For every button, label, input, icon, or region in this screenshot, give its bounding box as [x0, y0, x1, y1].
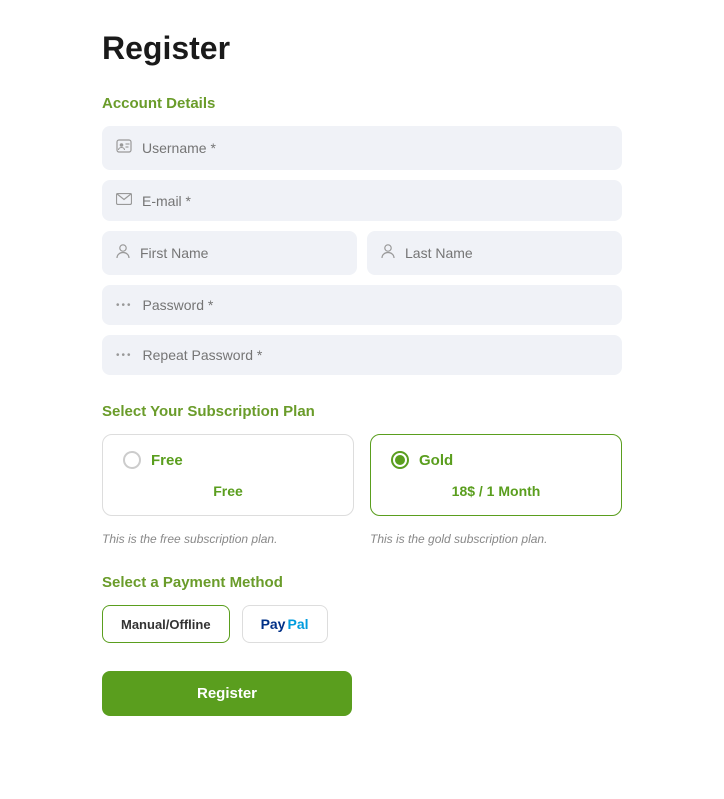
paypal-payment-button[interactable]: PayPal — [242, 605, 328, 643]
paypal-p1: Pay — [261, 616, 286, 632]
payment-buttons: Manual/Offline PayPal — [102, 605, 622, 643]
last-name-input-group — [367, 231, 622, 275]
paypal-logo: PayPal — [261, 616, 309, 632]
user-card-icon — [116, 138, 132, 158]
free-plan-description: This is the free subscription plan. — [102, 524, 354, 546]
repeat-password-input-group: ••• — [102, 335, 622, 375]
free-plan-radio[interactable] — [123, 451, 141, 469]
gold-plan-name: Gold — [419, 452, 453, 469]
paypal-p2: Pal — [287, 616, 308, 632]
username-input[interactable] — [142, 140, 608, 156]
free-plan-price: Free — [123, 483, 333, 499]
subscription-label: Select Your Subscription Plan — [102, 403, 622, 420]
name-row — [102, 231, 622, 285]
page-container: Register Account Details — [102, 30, 622, 769]
plan-descriptions: This is the free subscription plan. This… — [102, 524, 622, 546]
payment-section: Select a Payment Method Manual/Offline P… — [102, 574, 622, 643]
free-plan-header: Free — [123, 451, 333, 469]
payment-label: Select a Payment Method — [102, 574, 622, 591]
email-input-group — [102, 180, 622, 221]
plan-cards: Free Free Gold 18$ / 1 Month — [102, 434, 622, 516]
free-plan-card[interactable]: Free Free — [102, 434, 354, 516]
manual-payment-label: Manual/Offline — [121, 617, 211, 632]
subscription-section: Select Your Subscription Plan Free Free … — [102, 403, 622, 546]
gold-plan-card[interactable]: Gold 18$ / 1 Month — [370, 434, 622, 516]
account-details-label: Account Details — [102, 95, 622, 112]
first-name-input-group — [102, 231, 357, 275]
gold-plan-radio[interactable] — [391, 451, 409, 469]
page-title: Register — [102, 30, 622, 67]
password-input-group: ••• — [102, 285, 622, 325]
repeat-password-input[interactable] — [143, 347, 608, 363]
password-dots-icon: ••• — [116, 300, 133, 311]
email-input[interactable] — [142, 193, 608, 209]
gold-plan-radio-inner — [395, 455, 405, 465]
free-plan-name: Free — [151, 452, 183, 469]
gold-plan-header: Gold — [391, 451, 601, 469]
gold-plan-desc-text: This is the gold subscription plan. — [370, 532, 622, 546]
last-name-input[interactable] — [405, 245, 608, 261]
free-plan-desc-text: This is the free subscription plan. — [102, 532, 354, 546]
password-input[interactable] — [143, 297, 608, 313]
manual-payment-button[interactable]: Manual/Offline — [102, 605, 230, 643]
person-icon-last — [381, 243, 395, 263]
account-details-section: Account Details — [102, 95, 622, 375]
register-button[interactable]: Register — [102, 671, 352, 716]
gold-plan-description: This is the gold subscription plan. — [370, 524, 622, 546]
envelope-icon — [116, 192, 132, 209]
first-name-input[interactable] — [140, 245, 343, 261]
repeat-password-dots-icon: ••• — [116, 350, 133, 361]
person-icon-first — [116, 243, 130, 263]
username-input-group — [102, 126, 622, 170]
gold-plan-price: 18$ / 1 Month — [391, 483, 601, 499]
